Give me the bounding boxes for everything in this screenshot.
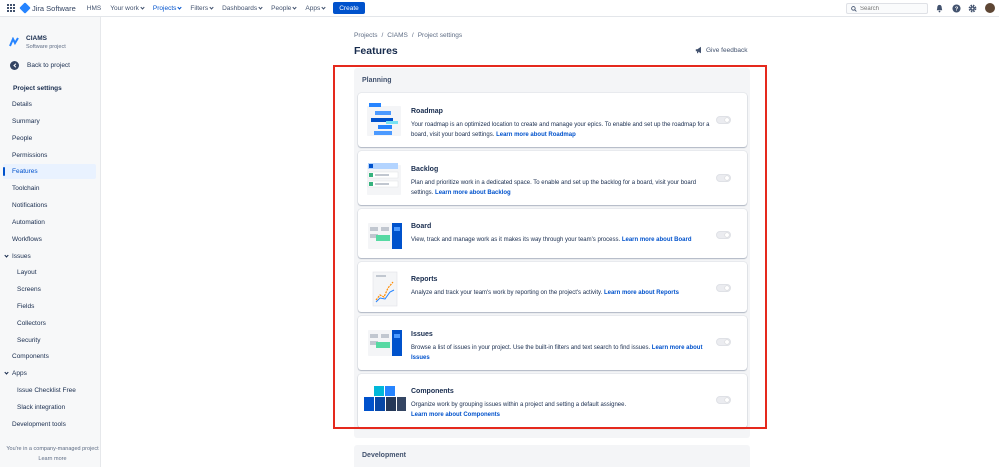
project-type: Software project <box>26 44 66 50</box>
breadcrumb: Projects / CIAMS / Project settings <box>354 32 463 39</box>
sidebar-item-components[interactable]: Components <box>12 349 96 364</box>
sidebar-item-screens[interactable]: Screens <box>17 282 101 297</box>
create-button[interactable]: Create <box>333 2 365 14</box>
sidebar-item-features[interactable]: Features <box>3 164 96 179</box>
nav-filters[interactable]: Filters <box>190 4 214 12</box>
chevron-down-icon <box>4 370 9 375</box>
sidebar-item-details[interactable]: Details <box>12 97 96 112</box>
project-icon <box>9 37 19 47</box>
nav-dashboards[interactable]: Dashboards <box>222 4 263 12</box>
nav-people-label: People <box>271 4 292 12</box>
search-input[interactable] <box>860 5 920 12</box>
chevron-down-icon <box>292 4 298 10</box>
give-feedback-label: Give feedback <box>706 46 748 54</box>
help-icon[interactable]: ? <box>952 4 961 13</box>
chevron-down-icon <box>321 4 326 10</box>
sidebar-section-issues[interactable]: Issues <box>4 253 31 260</box>
gear-icon[interactable] <box>968 4 977 13</box>
sidebar-item-development-tools[interactable]: Development tools <box>12 417 96 432</box>
chevron-down-icon <box>258 4 263 10</box>
app-switcher-icon[interactable] <box>7 3 16 13</box>
sidebar-item-notifications[interactable]: Notifications <box>12 198 96 213</box>
footer-note-text: You're in a company-managed project <box>6 446 99 452</box>
megaphone-icon <box>695 46 701 54</box>
give-feedback-button[interactable]: Give feedback <box>695 46 748 54</box>
sidebar-item-automation[interactable]: Automation <box>12 215 96 230</box>
project-name: CIAMS <box>26 35 47 42</box>
sidebar-item-summary[interactable]: Summary <box>12 114 96 129</box>
back-label: Back to project <box>27 62 70 69</box>
highlight-box <box>333 65 767 429</box>
jira-logo[interactable]: Jira Software <box>19 2 76 14</box>
nav-projects-label: Projects <box>152 4 177 12</box>
search-icon <box>851 5 857 12</box>
nav-people[interactable]: People <box>271 4 298 12</box>
sidebar-section-apps[interactable]: Apps <box>4 370 27 377</box>
apps-section-label: Apps <box>12 370 27 377</box>
jira-icon <box>19 2 31 14</box>
sidebar-item-fields[interactable]: Fields <box>17 299 101 314</box>
company-managed-note: You're in a company-managed project Lear… <box>5 444 100 464</box>
sidebar-item-slack[interactable]: Slack integration <box>17 400 101 415</box>
svg-text:?: ? <box>955 7 959 13</box>
sidebar-item-permissions[interactable]: Permissions <box>12 148 96 163</box>
chevron-down-icon <box>209 4 214 10</box>
nav-apps[interactable]: Apps <box>305 4 326 12</box>
back-to-project-link[interactable]: Back to project <box>10 61 70 70</box>
arrow-left-icon <box>10 61 19 70</box>
nav-your-work[interactable]: Your work <box>110 4 145 12</box>
avatar[interactable] <box>985 3 995 13</box>
sidebar-item-collectors[interactable]: Collectors <box>17 316 101 331</box>
breadcrumb-ciams[interactable]: CIAMS <box>387 32 408 39</box>
page-title: Features <box>354 45 398 57</box>
nav-hms[interactable]: HMS <box>87 5 101 12</box>
product-name: Jira Software <box>32 3 76 13</box>
chevron-down-icon <box>177 4 183 10</box>
sidebar-item-workflows[interactable]: Workflows <box>12 232 96 247</box>
issues-section-label: Issues <box>12 253 31 260</box>
nav-apps-label: Apps <box>305 4 321 12</box>
sidebar-item-toolchain[interactable]: Toolchain <box>12 181 96 196</box>
project-header: CIAMS Software project <box>9 35 66 50</box>
bell-icon[interactable] <box>935 4 944 13</box>
sidebar-item-security[interactable]: Security <box>17 333 101 348</box>
sidebar-item-people[interactable]: People <box>12 131 96 146</box>
chevron-down-icon <box>4 253 9 258</box>
development-title: Development <box>362 452 406 459</box>
project-settings-heading: Project settings <box>13 85 62 92</box>
sidebar-item-layout[interactable]: Layout <box>17 265 101 280</box>
nav-filters-label: Filters <box>190 4 209 12</box>
nav-dashboards-label: Dashboards <box>222 4 258 12</box>
breadcrumb-projects[interactable]: Projects <box>354 32 377 39</box>
learn-more-link[interactable]: Learn more <box>5 454 100 464</box>
search-box[interactable] <box>846 3 928 14</box>
breadcrumb-project-settings[interactable]: Project settings <box>418 32 462 39</box>
nav-your-work-label: Your work <box>110 4 139 12</box>
sidebar-item-issue-checklist[interactable]: Issue Checklist Free <box>17 383 101 398</box>
sidebar: CIAMS Software project Back to project P… <box>0 17 101 467</box>
chevron-down-icon <box>140 4 145 10</box>
development-panel: Development <box>354 445 750 467</box>
nav-projects[interactable]: Projects <box>152 4 183 12</box>
